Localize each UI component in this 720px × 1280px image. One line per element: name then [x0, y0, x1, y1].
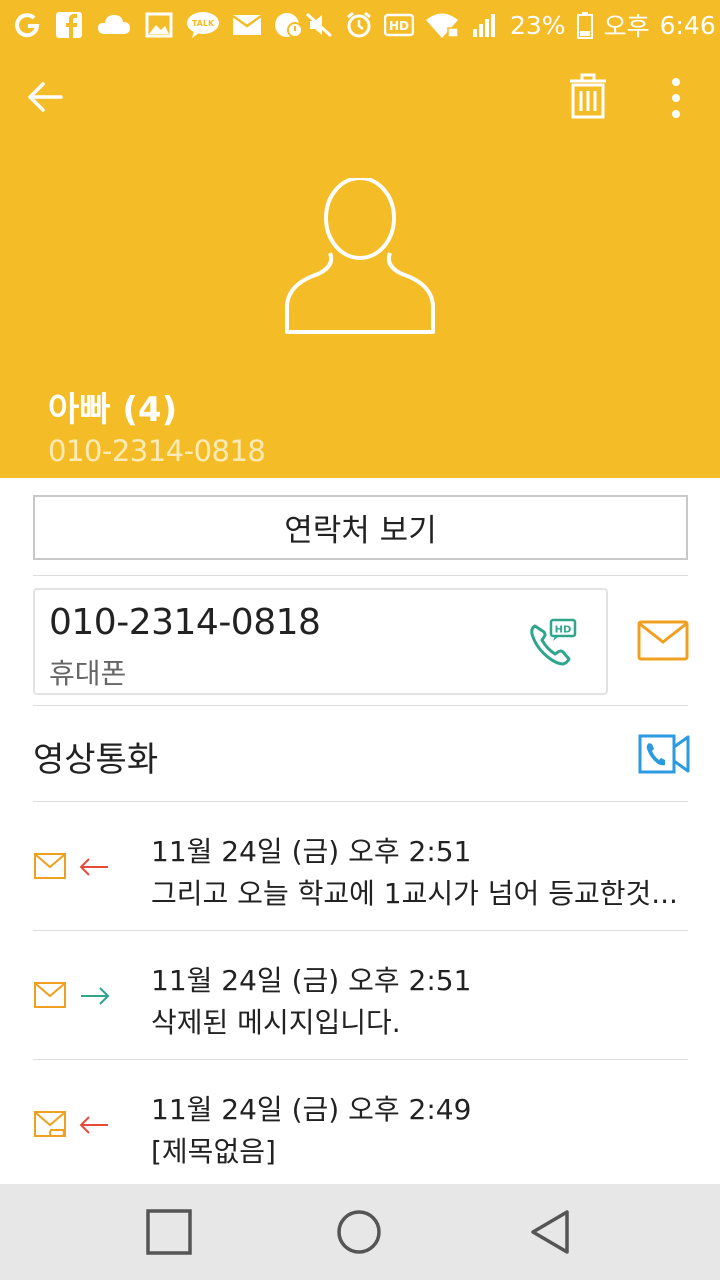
divider [33, 575, 688, 576]
hd-voice-icon: HD [384, 11, 414, 39]
kakaotalk-icon: TALK [186, 11, 220, 39]
phone-number: 010-2314-0818 [49, 602, 321, 643]
alarm-app-icon [274, 11, 304, 39]
more-vert-icon [672, 78, 680, 118]
hd-call-icon[interactable]: HD [527, 618, 579, 668]
message-date: 11월 24일 (금) 오후 2:51 [151, 835, 472, 868]
message-outgoing-icon [34, 982, 110, 1008]
phone-number-card[interactable]: 010-2314-0818 휴대폰 HD [33, 588, 608, 695]
mute-icon [304, 11, 334, 39]
back-button[interactable] [22, 74, 68, 120]
video-call-label[interactable]: 영상통화 [33, 732, 158, 781]
contact-name: 아빠 (4) [48, 390, 178, 430]
svg-text:TALK: TALK [192, 19, 215, 28]
message-incoming-icon [34, 853, 108, 879]
app-o-icon [12, 11, 42, 39]
message-date: 11월 24일 (금) 오후 2:49 [151, 1093, 472, 1126]
message-preview: [제목없음] [151, 1135, 276, 1168]
alarm-icon [344, 11, 374, 39]
facebook-icon [54, 11, 84, 39]
recent-apps-button[interactable] [143, 1206, 195, 1258]
home-button[interactable] [333, 1206, 385, 1258]
message-history-item[interactable]: 11월 24일 (금) 오후 2:51 그리고 오늘 학교에 1교시가 넘어 등… [33, 802, 688, 928]
message-date: 11월 24일 (금) 오후 2:51 [151, 964, 472, 997]
back-arrow-icon [28, 82, 63, 112]
delete-button[interactable] [562, 70, 614, 122]
trash-icon [570, 73, 606, 119]
message-button[interactable] [637, 620, 689, 662]
message-preview: 삭제된 메시지입니다. [151, 1006, 401, 1039]
navigation-bar [0, 1184, 720, 1280]
notification-icons: TALK [12, 11, 304, 39]
avatar-placeholder-icon [285, 178, 435, 334]
system-status: HD 23% 오후 6:46 [304, 7, 716, 43]
cloud-icon [96, 11, 132, 39]
phone-type-label: 휴대폰 [49, 657, 127, 690]
divider [33, 705, 688, 706]
mail-icon [232, 11, 262, 39]
clock-ampm: 오후 [603, 12, 650, 41]
view-contact-button[interactable]: 연락처 보기 [33, 495, 688, 560]
clock-time: 6:46 [659, 10, 716, 40]
svg-text:HD: HD [555, 625, 572, 636]
contact-header: 아빠 (4) 010-2314-0818 [0, 50, 720, 478]
svg-text:HD: HD [389, 19, 409, 33]
back-nav-button[interactable] [525, 1206, 577, 1258]
wifi-icon [424, 11, 460, 39]
message-history-item[interactable]: 11월 24일 (금) 오후 2:49 [제목없음] [33, 1060, 688, 1186]
message-history-item[interactable]: 11월 24일 (금) 오후 2:51 삭제된 메시지입니다. [33, 931, 688, 1057]
signal-icon [470, 11, 500, 39]
status-bar: TALK HD 23% 오후 6:46 [0, 0, 720, 50]
battery-percent: 23% [510, 10, 566, 40]
multimedia-message-incoming-icon [34, 1111, 108, 1137]
gallery-icon [144, 11, 174, 39]
battery-icon [576, 11, 594, 39]
video-call-icon[interactable] [638, 734, 690, 774]
more-options-button[interactable] [656, 72, 696, 124]
contact-number: 010-2314-0818 [48, 434, 266, 468]
message-preview: 그리고 오늘 학교에 1교시가 넘어 등교한것... [151, 877, 678, 910]
